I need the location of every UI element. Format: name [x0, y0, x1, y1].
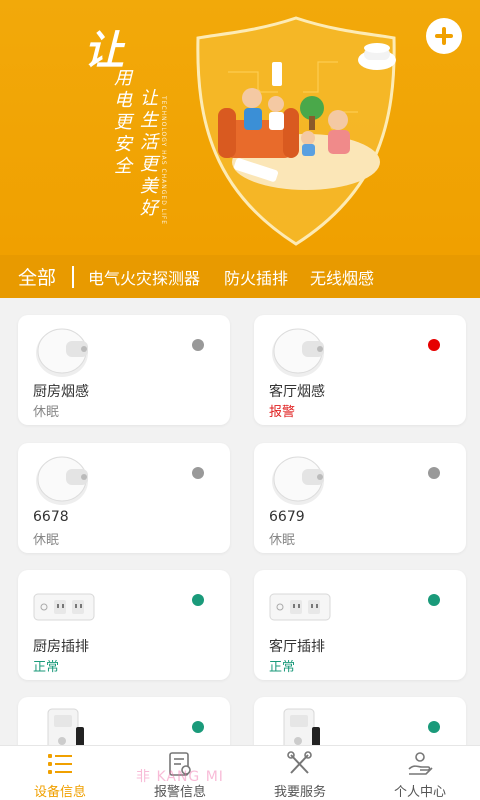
nav-label: 我要服务 — [273, 785, 326, 800]
device-name: 厨房插排 — [33, 639, 89, 655]
tab-all[interactable]: 全部 — [18, 263, 56, 290]
nav-label: 设备信息 — [33, 785, 86, 800]
category-tabs: 全部 电气火灾探测器 防火插排 无线烟感 — [0, 255, 480, 298]
smoke-detector-icon — [36, 456, 88, 505]
tab-divider — [72, 265, 75, 288]
status-dot — [428, 467, 440, 479]
tab-power-strip[interactable]: 防火插排 — [224, 265, 288, 289]
device-name: 厨房烟感 — [33, 384, 89, 400]
bottom-nav: 设备信息 报警信息 我要服务 个人中心 — [0, 745, 480, 800]
device-grid: 厨房烟感 休眠 客厅烟感 报警 6678 休眠 6679 休眠 厨房插排 正常 … — [0, 298, 480, 745]
smoke-detector-icon — [272, 328, 324, 377]
status-dot — [428, 594, 440, 606]
nav-profile[interactable]: 个人中心 — [360, 746, 480, 800]
device-name: 6678 — [33, 509, 69, 525]
nav-service[interactable]: 我要服务 — [240, 746, 360, 800]
device-card[interactable]: 6679 休眠 — [254, 443, 466, 553]
device-status: 正常 — [269, 660, 296, 675]
device-card[interactable]: 客厅烟感 报警 — [254, 315, 466, 425]
device-status: 休眠 — [269, 533, 296, 548]
status-dot — [192, 467, 204, 479]
status-dot — [428, 721, 440, 733]
nav-label: 个人中心 — [393, 785, 446, 800]
device-list-icon — [48, 754, 72, 774]
device-card[interactable]: 客厅插排 正常 — [254, 570, 466, 680]
device-status: 休眠 — [33, 405, 60, 420]
device-card[interactable]: 6678 休眠 — [18, 443, 230, 553]
power-strip-icon — [33, 593, 95, 621]
smoke-detector-icon — [36, 328, 88, 377]
slogan-english: TECHNOLOGY HAS CHANGED LIFE — [160, 96, 167, 226]
add-device-button[interactable] — [426, 18, 462, 54]
hero-banner: 让 用电更安全 让生活更美好 TECHNOLOGY HAS CHANGED LI… — [0, 0, 480, 255]
device-status: 休眠 — [33, 533, 60, 548]
device-card[interactable] — [254, 697, 466, 745]
tab-wireless-smoke[interactable]: 无线烟感 — [310, 265, 374, 289]
device-status: 报警 — [269, 405, 296, 420]
device-name: 6679 — [269, 509, 305, 525]
ceiling-detector-icon — [358, 43, 396, 70]
status-dot — [192, 721, 204, 733]
detector-box-icon — [47, 708, 84, 745]
detector-box-icon — [283, 708, 320, 745]
tab-fire-detector[interactable]: 电气火灾探测器 — [88, 265, 200, 289]
slogan-line-2: 让生活更美好 — [137, 88, 158, 220]
status-dot — [428, 339, 440, 351]
device-name: 客厅插排 — [269, 639, 325, 655]
power-strip-icon — [269, 593, 331, 621]
device-name: 客厅烟感 — [269, 384, 325, 400]
smoke-detector-icon — [272, 456, 324, 505]
status-dot — [192, 594, 204, 606]
device-card[interactable] — [18, 697, 230, 745]
status-dot — [192, 339, 204, 351]
device-status: 正常 — [33, 660, 60, 675]
watermark: 非 KANG MI — [136, 769, 224, 785]
device-card[interactable]: 厨房烟感 休眠 — [18, 315, 230, 425]
nav-device-info[interactable]: 设备信息 — [0, 746, 120, 800]
hand-user-icon — [408, 752, 433, 775]
slogan-line-1: 用电更安全 — [111, 68, 132, 178]
device-card[interactable]: 厨房插排 正常 — [18, 570, 230, 680]
tools-icon — [287, 751, 312, 774]
plus-icon — [435, 27, 453, 45]
